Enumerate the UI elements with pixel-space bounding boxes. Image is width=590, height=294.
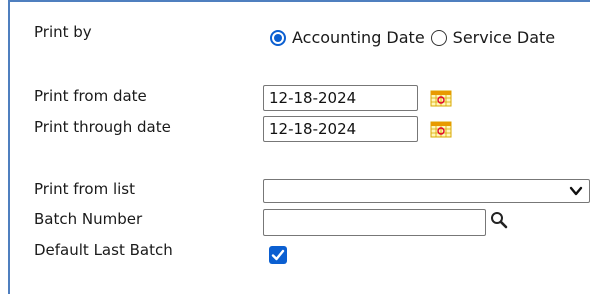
calendar-icon[interactable] [430, 120, 452, 138]
default-last-batch-label: Default Last Batch [34, 241, 173, 259]
accounting-date-radio[interactable] [270, 29, 286, 46]
print-by-radio-group: Accounting Date Service Date [270, 28, 561, 47]
batch-number-label: Batch Number [34, 210, 143, 228]
print-from-date-input[interactable] [263, 85, 418, 111]
print-through-date-input[interactable] [263, 116, 418, 142]
checkmark-icon [271, 249, 285, 261]
chevron-down-icon [569, 186, 583, 196]
report-options-panel: Print by Accounting Date Service Date Pr… [8, 0, 590, 294]
print-from-list-select[interactable] [263, 179, 590, 203]
search-icon[interactable] [490, 211, 508, 229]
batch-number-input[interactable] [263, 209, 486, 236]
print-by-label: Print by [34, 23, 92, 41]
print-through-date-label: Print through date [34, 118, 171, 136]
calendar-icon[interactable] [430, 89, 452, 107]
default-last-batch-checkbox[interactable] [269, 246, 287, 264]
print-from-date-label: Print from date [34, 87, 147, 105]
accounting-date-radio-label[interactable]: Accounting Date [292, 28, 425, 47]
service-date-radio[interactable] [430, 29, 447, 46]
service-date-radio-label[interactable]: Service Date [453, 28, 555, 47]
print-from-list-label: Print from list [34, 180, 135, 198]
